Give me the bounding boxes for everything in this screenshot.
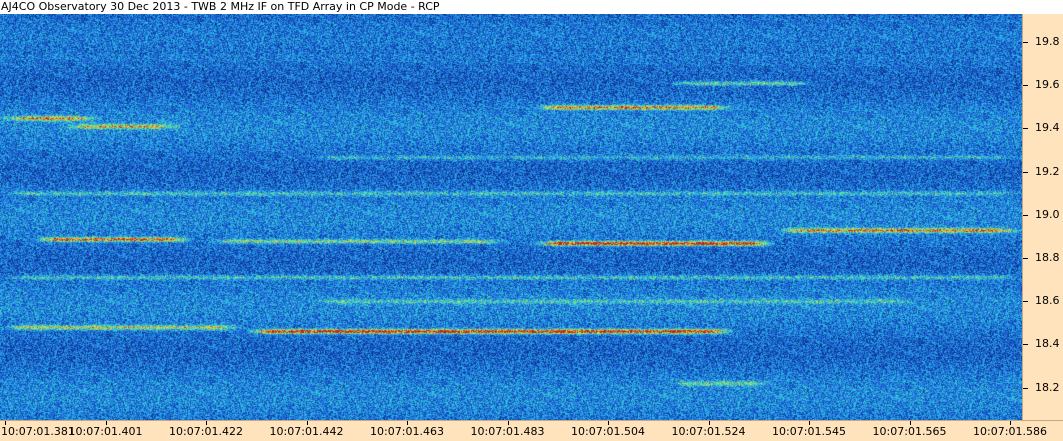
y-tick-label: 18.2: [1035, 380, 1060, 394]
y-tick-label: 18.6: [1035, 294, 1060, 308]
y-tick-mark: [1023, 128, 1028, 130]
x-tick-label: 10:07:01.504: [571, 425, 645, 438]
x-tick-label: 10:07:01.463: [370, 425, 444, 438]
y-tick-label: 18.4: [1035, 337, 1060, 351]
spectrogram-plot-area[interactable]: [0, 14, 1022, 420]
y-tick-mark: [1023, 85, 1028, 87]
y-tick-mark: [1023, 42, 1028, 44]
x-tick-label: 10:07:01.545: [772, 425, 846, 438]
y-tick-label: 19.6: [1035, 78, 1060, 92]
x-tick-label: 10:07:01.442: [269, 425, 344, 438]
x-tick-label: 10:07:01.381: [1, 425, 75, 438]
y-tick-mark: [1023, 344, 1028, 346]
y-tick-mark: [1023, 171, 1028, 173]
time-axis: 10:07:01.381 10:07:01.401 10:07:01.422 10:0…: [0, 420, 1063, 441]
spectrogram-heatmap: [0, 14, 1022, 420]
y-tick-label: 19.8: [1035, 35, 1060, 49]
x-tick-label: 10:07:01.524: [671, 425, 746, 438]
x-tick-label: 10:07:01.401: [68, 425, 143, 438]
y-tick-label: 19.4: [1035, 121, 1060, 135]
x-tick-label: 10:07:01.586: [973, 425, 1047, 438]
chart-title: AJ4CO Observatory 30 Dec 2013 - TWB 2 MH…: [1, 0, 440, 13]
y-tick-mark: [1023, 301, 1028, 303]
y-tick-label: 19.0: [1035, 207, 1060, 221]
y-tick-mark: [1023, 214, 1028, 216]
frequency-axis: 19.8 19.6 19.4 19.2 19.0 18.8 18.6 18.4 18.2: [1022, 14, 1063, 420]
y-tick-mark: [1023, 258, 1028, 260]
x-tick-label: 10:07:01.565: [872, 425, 947, 438]
y-tick-label: 19.2: [1035, 164, 1060, 178]
x-tick-label: 10:07:01.422: [169, 425, 243, 438]
y-tick-label: 18.8: [1035, 251, 1060, 265]
y-tick-mark: [1023, 387, 1028, 389]
x-tick-label: 10:07:01.483: [470, 425, 545, 438]
